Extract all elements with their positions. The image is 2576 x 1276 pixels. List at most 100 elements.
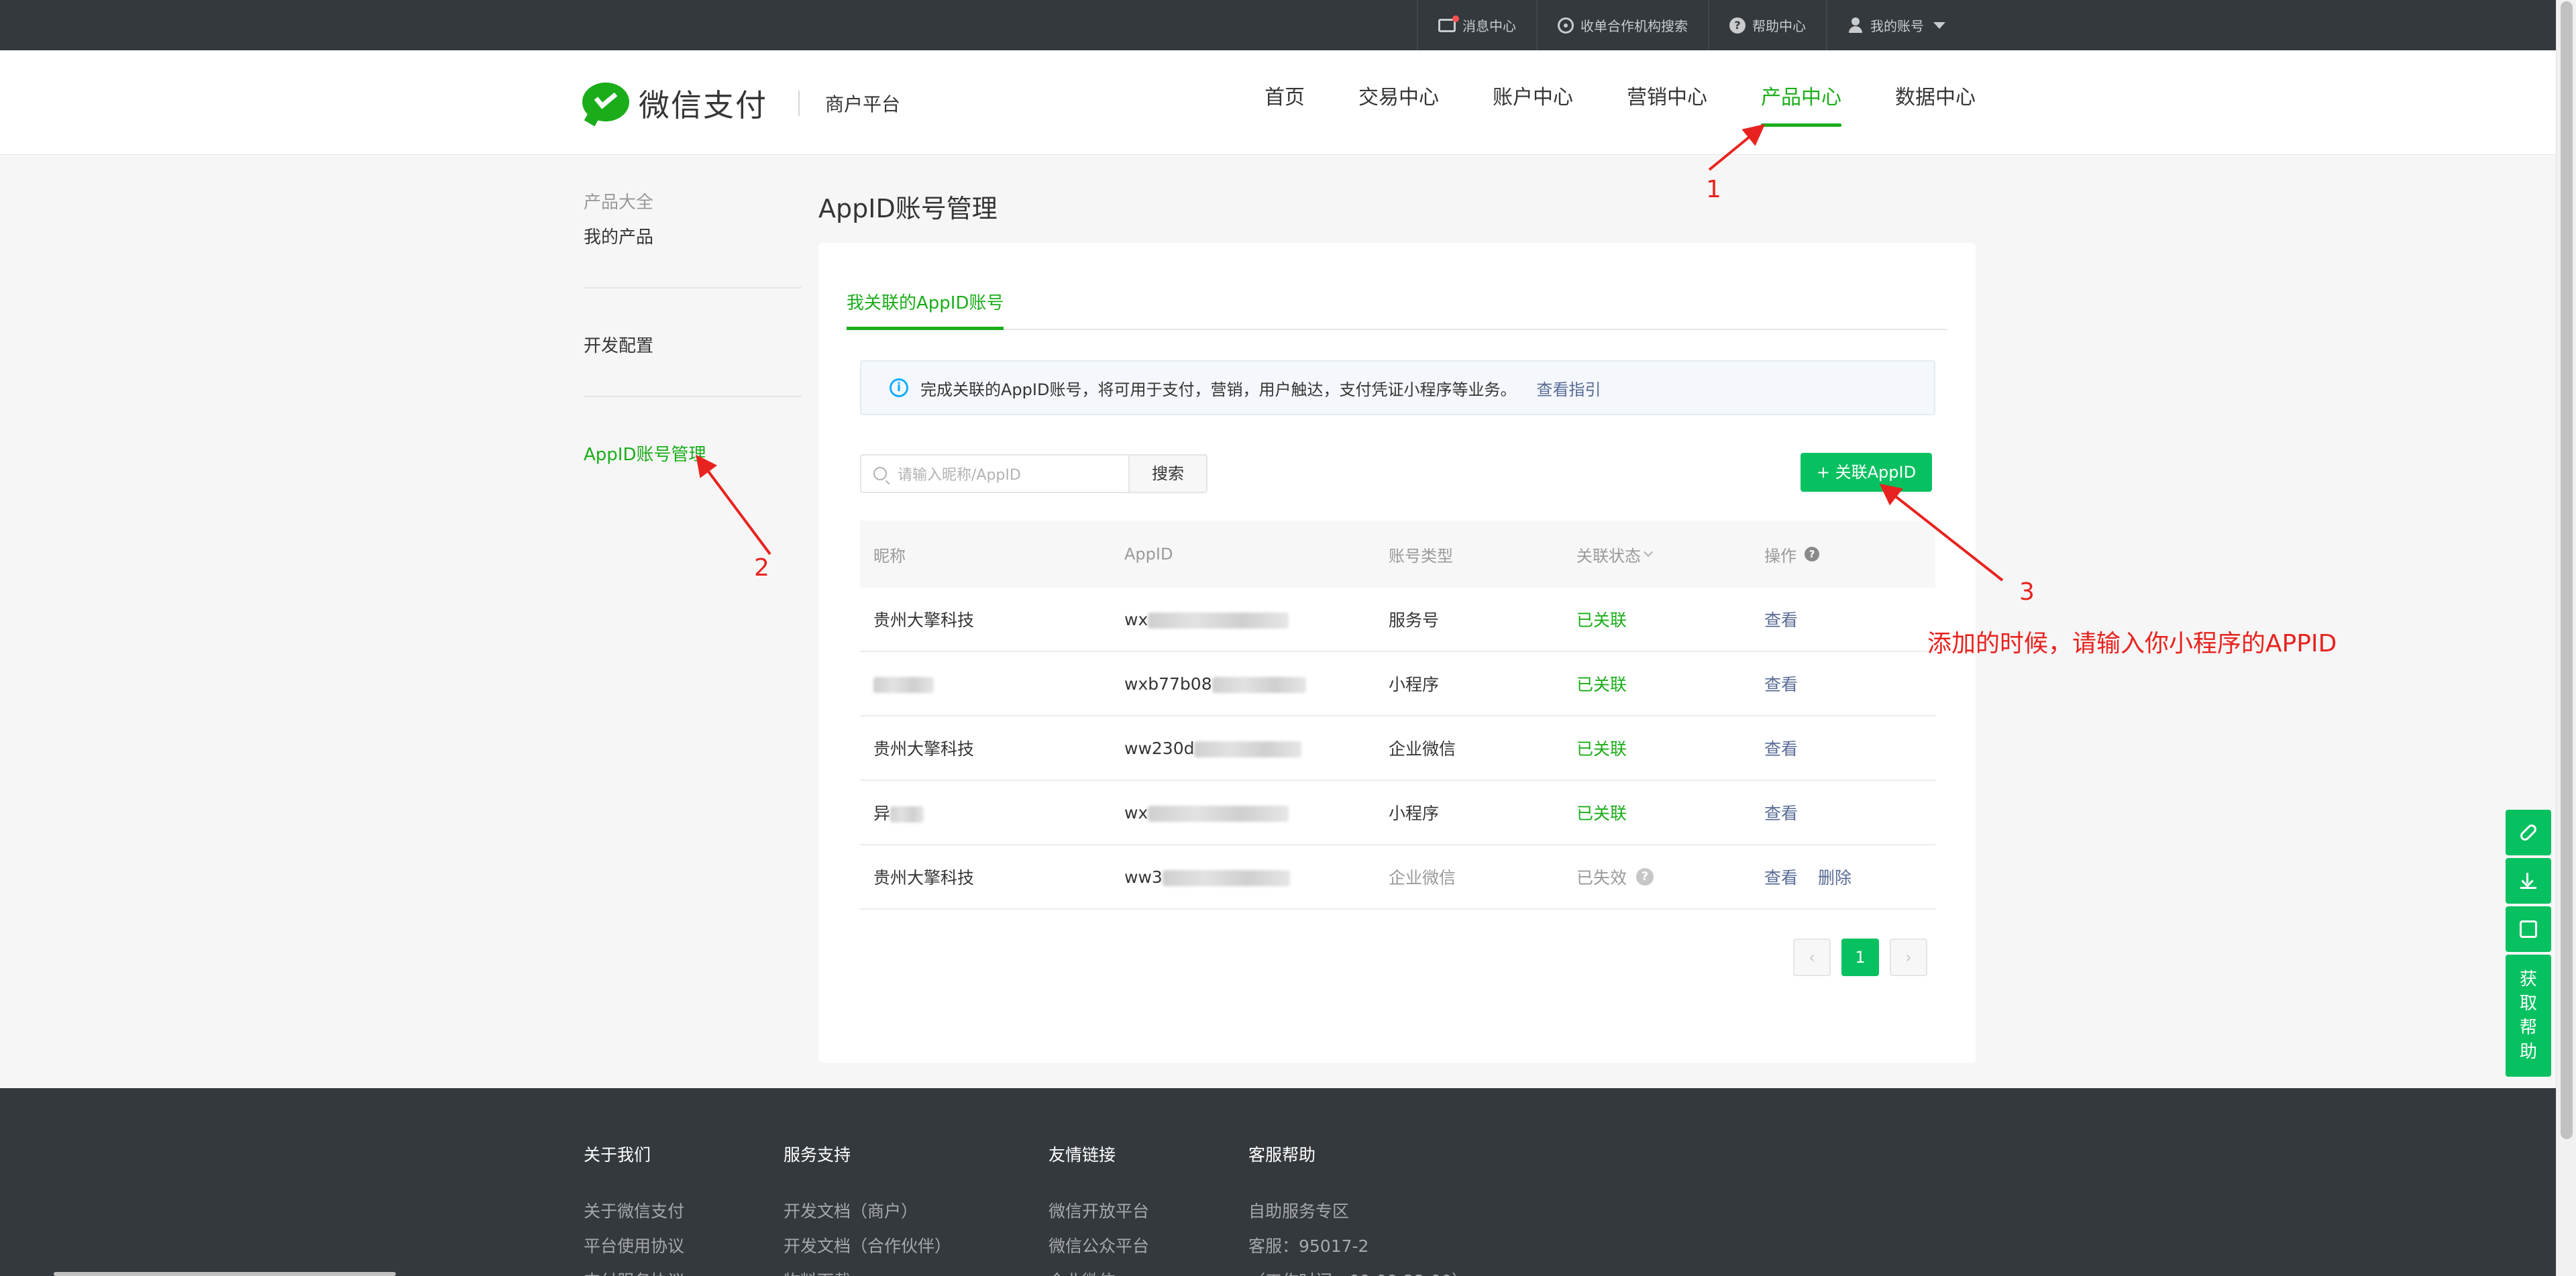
footer-col-about: 关于我们 关于微信支付 平台使用协议 支付服务协议	[584, 1142, 684, 1276]
table-row: 贵州大擎科技 ww230d 企业微信 已关联 查看	[860, 716, 1935, 781]
help-icon[interactable]: ?	[1636, 868, 1654, 886]
message-center-link[interactable]: 消息中心	[1417, 0, 1536, 50]
acquirer-search-label: 收单合作机构搜索	[1580, 18, 1688, 34]
floating-toolbar: 获 取 帮 助	[2506, 810, 2551, 1079]
nav-account-center[interactable]: 账户中心	[1493, 50, 1573, 155]
row-status: 已关联	[1576, 804, 1627, 823]
col-account-type: 账号类型	[1389, 546, 1453, 566]
footer-link[interactable]: 关于微信支付	[584, 1194, 684, 1229]
prev-page-button[interactable]: ‹	[1793, 939, 1831, 976]
notice-text: 完成关联的AppID账号，将可用于支付，营销，用户触达，支付凭证小程序等业务。	[920, 380, 1517, 399]
info-notice: i 完成关联的AppID账号，将可用于支付，营销，用户触达，支付凭证小程序等业务…	[860, 360, 1935, 415]
sidebar-item-dev-config[interactable]: 开发配置	[584, 326, 802, 366]
row-nickname: 贵州大擎科技	[873, 739, 975, 759]
vertical-scrollbar[interactable]	[2556, 0, 2576, 1276]
row-type: 企业微信	[1389, 868, 1456, 888]
nav-home[interactable]: 首页	[1265, 50, 1305, 155]
main-nav: 首页 交易中心 账户中心 营销中心 产品中心 数据中心	[1211, 50, 1976, 155]
row-actions: 查看 删除	[1764, 865, 1935, 889]
logo-divider	[798, 91, 800, 116]
logo[interactable]: 微信支付 商户平台	[582, 81, 900, 127]
col-status-label: 关联状态	[1576, 546, 1641, 566]
message-center-label: 消息中心	[1462, 18, 1516, 34]
mail-icon	[1438, 15, 1459, 32]
footer-link[interactable]: 开发文档（商户）	[784, 1194, 951, 1229]
my-account-menu[interactable]: 我的账号	[1826, 0, 1966, 50]
annotation-label-2: 2	[754, 554, 769, 582]
help-center-label: 帮助中心	[1752, 18, 1806, 34]
table-row: 贵州大擎科技 ww3 企业微信 已失效 ? 查看 删除	[860, 845, 1935, 910]
col-appid: AppID	[1124, 545, 1173, 564]
horizontal-scrollbar[interactable]	[54, 1272, 396, 1276]
search-input[interactable]: 请输入昵称/AppID	[860, 454, 1128, 493]
chevron-down-icon	[1643, 547, 1654, 557]
row-nickname: 异	[860, 800, 1124, 825]
tab-linked-appids[interactable]: 我关联的AppID账号	[847, 283, 1004, 330]
get-help-button[interactable]: 获 取 帮 助	[2506, 955, 2551, 1077]
wechat-pay-logo-icon	[582, 83, 629, 127]
link-tool-button[interactable]	[2506, 810, 2551, 855]
table-row: 贵州大擎科技 wx 服务号 已关联 查看	[860, 588, 1935, 652]
brand-name: 微信支付	[639, 87, 767, 123]
search-bar: 请输入昵称/AppID 搜索	[860, 454, 1208, 493]
col-status[interactable]: 关联状态	[1576, 543, 1764, 566]
view-link[interactable]: 查看	[1764, 800, 1798, 825]
footer-link[interactable]: 自助服务专区	[1248, 1194, 1468, 1229]
footer-link[interactable]: 微信公众平台	[1049, 1229, 1149, 1264]
row-status: 已失效 ?	[1576, 865, 1764, 889]
page-1-button[interactable]: 1	[1841, 939, 1879, 976]
table-row: wxb77b08 小程序 已关联 查看	[860, 652, 1935, 716]
sidebar-item-my-products[interactable]: 我的产品	[584, 217, 802, 258]
footer-link[interactable]: 支付服务协议	[584, 1264, 684, 1276]
appid-table: 昵称 AppID 账号类型 关联状态 操作 ? 贵州大擎科技 wx 服务号 已关…	[860, 521, 1935, 910]
search-placeholder: 请输入昵称/AppID	[898, 467, 1021, 484]
nav-trade-center[interactable]: 交易中心	[1358, 50, 1439, 155]
view-link[interactable]: 查看	[1764, 736, 1798, 760]
add-appid-button[interactable]: + 关联AppID	[1801, 453, 1932, 492]
table-header: 昵称 AppID 账号类型 关联状态 操作 ?	[860, 521, 1935, 588]
feedback-tool-button[interactable]	[2506, 906, 2551, 952]
row-type: 小程序	[1389, 675, 1440, 694]
view-link[interactable]: 查看	[1764, 865, 1798, 889]
pagination: ‹ 1 ›	[1782, 939, 1927, 976]
edit-icon	[2520, 920, 2537, 938]
col-nickname: 昵称	[873, 546, 906, 566]
row-status: 已关联	[1576, 675, 1627, 694]
footer-col-title: 服务支持	[784, 1145, 851, 1165]
user-icon	[1847, 17, 1864, 34]
nav-data-center[interactable]: 数据中心	[1895, 50, 1976, 155]
help-icon: ?	[1729, 17, 1746, 34]
view-guide-link[interactable]: 查看指引	[1536, 376, 1601, 400]
help-label-char: 助	[2519, 1042, 2537, 1062]
info-icon: i	[890, 378, 908, 397]
footer-link[interactable]: 企业微信	[1049, 1264, 1149, 1276]
col-actions: 操作 ?	[1764, 543, 1935, 566]
footer-link[interactable]: 物料下载	[784, 1264, 951, 1276]
delete-link[interactable]: 删除	[1818, 865, 1851, 889]
nav-marketing-center[interactable]: 营销中心	[1627, 50, 1707, 155]
search-button[interactable]: 搜索	[1128, 454, 1208, 493]
help-center-link[interactable]: ? 帮助中心	[1708, 0, 1826, 50]
sidebar: 产品大全 我的产品 开发配置 AppID账号管理	[584, 188, 802, 475]
nav-product-center[interactable]: 产品中心	[1761, 50, 1841, 155]
annotation-label-3: 3	[2019, 578, 2035, 606]
acquirer-search-link[interactable]: 收单合作机构搜索	[1536, 0, 1708, 50]
top-links: 消息中心 收单合作机构搜索 ? 帮助中心 我的账号	[1417, 0, 1966, 50]
view-link[interactable]: 查看	[1764, 607, 1798, 631]
search-icon	[873, 467, 887, 480]
footer-link[interactable]: 开发文档（合作伙伴）	[784, 1229, 951, 1264]
sidebar-item-appid-management[interactable]: AppID账号管理	[584, 435, 802, 475]
footer-link[interactable]: 微信开放平台	[1049, 1194, 1149, 1229]
footer: 关于我们 关于微信支付 平台使用协议 支付服务协议 服务支持 开发文档（商户） …	[0, 1088, 2556, 1276]
footer-link[interactable]: 平台使用协议	[584, 1229, 684, 1264]
view-link[interactable]: 查看	[1764, 672, 1798, 696]
scrollbar-thumb[interactable]	[2561, 1, 2573, 1139]
row-nickname	[860, 674, 1124, 694]
help-label-char: 帮	[2519, 1018, 2537, 1038]
help-icon[interactable]: ?	[1805, 547, 1819, 562]
row-appid: ww230d	[1124, 739, 1389, 758]
download-tool-button[interactable]	[2506, 858, 2551, 904]
next-page-button[interactable]: ›	[1890, 939, 1927, 976]
content-panel: 我关联的AppID账号 i 完成关联的AppID账号，将可用于支付，营销，用户触…	[818, 243, 1976, 1063]
footer-col-title: 关于我们	[584, 1145, 651, 1165]
